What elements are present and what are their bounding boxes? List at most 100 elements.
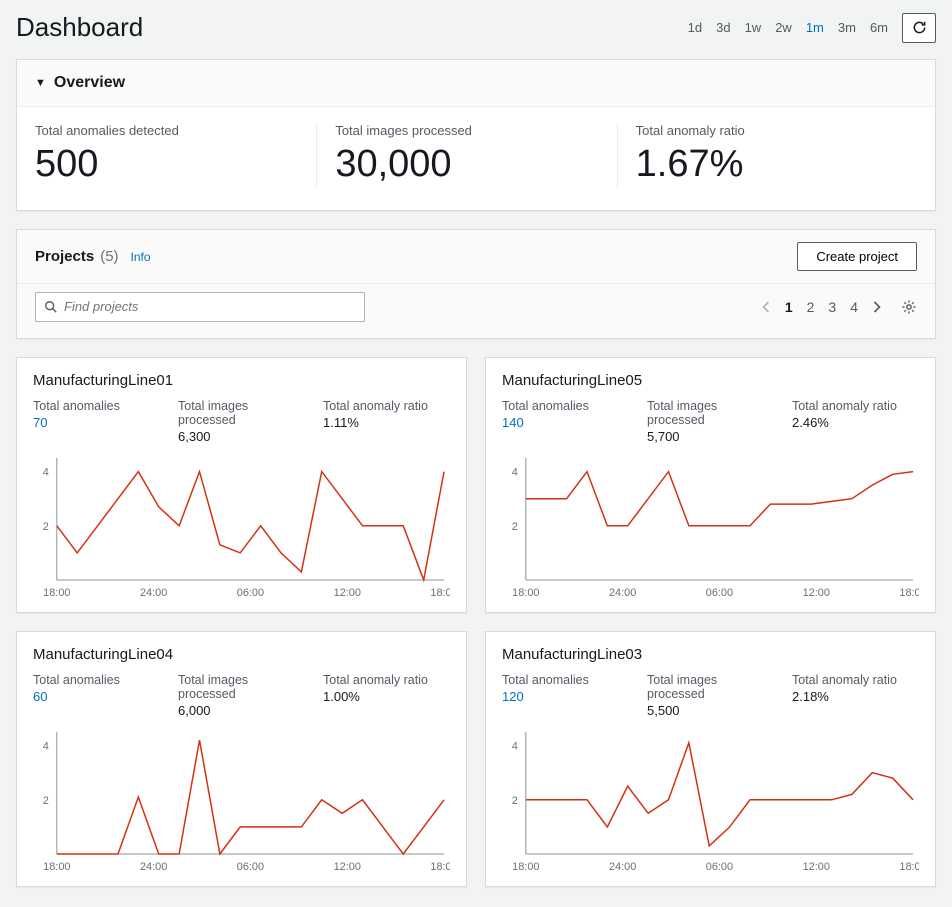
svg-text:24:00: 24:00	[609, 861, 636, 873]
svg-text:4: 4	[512, 466, 518, 478]
time-range-1d[interactable]: 1d	[688, 20, 702, 35]
time-range-2w[interactable]: 2w	[775, 20, 792, 35]
card-stat-value[interactable]: 140	[502, 415, 629, 430]
project-card: ManufacturingLine01Total anomalies70Tota…	[16, 357, 467, 613]
metric-value: 1.67%	[636, 142, 899, 188]
card-stat-label: Total images processed	[647, 673, 774, 701]
svg-text:18:00: 18:00	[430, 861, 450, 873]
card-stat-ratio: Total anomaly ratio 2.46%	[792, 399, 919, 444]
svg-text:18:00: 18:00	[512, 587, 539, 599]
page-title: Dashboard	[16, 12, 143, 43]
page-2[interactable]: 2	[807, 299, 815, 315]
svg-text:18:00: 18:00	[512, 861, 539, 873]
project-card: ManufacturingLine05 Total anomalies 140 Tot…	[485, 357, 936, 613]
svg-text:18:00: 18:00	[43, 587, 70, 599]
svg-text:06:00: 06:00	[706, 587, 733, 599]
create-project-button[interactable]: Create project	[797, 242, 917, 271]
svg-text:12:00: 12:00	[803, 587, 830, 599]
card-title: ManufacturingLine05	[502, 372, 919, 389]
card-stat-label: Total images processed	[178, 399, 305, 427]
projects-controls: 1 2 3 4	[17, 284, 935, 338]
chart: 2 4 18:00 24:00 06:00 12:00 18:00	[502, 452, 919, 602]
page-next-icon[interactable]	[872, 300, 881, 314]
card-stat-label: Total anomaly ratio	[323, 673, 450, 687]
svg-text:18:00: 18:00	[899, 587, 919, 599]
projects-header: Projects (5) Info Create project	[17, 230, 935, 284]
info-link[interactable]: Info	[131, 250, 151, 264]
search-box[interactable]	[35, 292, 365, 322]
overview-title: Overview	[54, 74, 125, 92]
card-stat-label: Total images processed	[178, 673, 305, 701]
page-1[interactable]: 1	[785, 299, 793, 315]
time-range-1m[interactable]: 1m	[806, 20, 824, 35]
svg-text:24:00: 24:00	[140, 861, 167, 873]
card-stats: Total anomalies 70 Total images processed 6…	[33, 399, 450, 444]
search-icon	[44, 300, 58, 314]
card-stat-value: 6,300	[178, 429, 305, 444]
metric-ratio: Total anomaly ratio 1.67%	[617, 123, 917, 188]
page-header: Dashboard 1d 3d 1w 2w 1m 3m 6m	[16, 12, 936, 43]
project-cards: ManufacturingLine01Total anomalies70Tota…	[16, 357, 936, 887]
svg-text:24:00: 24:00	[609, 587, 636, 599]
svg-text:2: 2	[512, 794, 518, 806]
card-stat-value: 2.18%	[792, 689, 919, 704]
svg-text:06:00: 06:00	[706, 861, 733, 873]
card-stat-label: Total anomalies	[33, 399, 160, 413]
time-range-3m[interactable]: 3m	[838, 20, 856, 35]
svg-text:2: 2	[512, 520, 518, 532]
settings-gear-icon[interactable]	[901, 299, 917, 315]
card-stat-value: 6,000	[178, 703, 305, 718]
metric-value: 500	[35, 142, 298, 188]
overview-header[interactable]: ▼ Overview	[17, 60, 935, 107]
card-stat-images: Total images processed5,500	[647, 673, 774, 718]
card-stat-value: 1.11%	[323, 415, 450, 430]
page-3[interactable]: 3	[828, 299, 836, 315]
card-stat-images: Total images processed 6,300	[178, 399, 305, 444]
projects-title: Projects (5) Info	[35, 248, 151, 265]
svg-text:12:00: 12:00	[334, 587, 361, 599]
card-stat-anomalies: Total anomalies 70	[33, 399, 160, 444]
search-input[interactable]	[64, 299, 356, 314]
svg-text:24:00: 24:00	[140, 587, 167, 599]
card-stat-ratio: Total anomaly ratio 1.00%	[323, 673, 450, 718]
chart: 2418:0024:0006:0012:0018:00	[33, 452, 450, 602]
card-stat-value[interactable]: 60	[33, 689, 160, 704]
svg-text:18:00: 18:00	[430, 587, 450, 599]
card-stat-label: Total anomalies	[502, 673, 629, 687]
card-title: ManufacturingLine01	[33, 372, 450, 389]
card-stat-value: 2.46%	[792, 415, 919, 430]
project-card: ManufacturingLine03Total anomalies120Tot…	[485, 631, 936, 887]
card-stat-anomalies: Total anomalies60	[33, 673, 160, 718]
card-stat-label: Total anomaly ratio	[792, 673, 919, 687]
metric-value: 30,000	[335, 142, 598, 188]
metric-label: Total anomaly ratio	[636, 123, 899, 138]
time-range-6m[interactable]: 6m	[870, 20, 888, 35]
project-card: ManufacturingLine04Total anomalies60Tota…	[16, 631, 467, 887]
card-stat-value[interactable]: 120	[502, 689, 629, 704]
page-4[interactable]: 4	[850, 299, 858, 315]
page-prev-icon[interactable]	[762, 300, 771, 314]
svg-text:18:00: 18:00	[899, 861, 919, 873]
card-stat-ratio: Total anomaly ratio 2.18%	[792, 673, 919, 718]
time-range-1w[interactable]: 1w	[745, 20, 762, 35]
overview-panel: ▼ Overview Total anomalies detected 500 …	[16, 59, 936, 211]
card-stat-value[interactable]: 70	[33, 415, 160, 430]
card-stats: Total anomalies60 Total images processed 6…	[33, 673, 450, 718]
metric-label: Total anomalies detected	[35, 123, 298, 138]
projects-panel: Projects (5) Info Create project 1 2 3 4	[16, 229, 936, 339]
time-range-selector: 1d 3d 1w 2w 1m 3m 6m	[688, 13, 936, 43]
svg-text:2: 2	[43, 794, 49, 806]
card-stat-value: 1.00%	[323, 689, 450, 704]
svg-text:12:00: 12:00	[334, 861, 361, 873]
pager: 1 2 3 4	[762, 299, 917, 315]
refresh-button[interactable]	[902, 13, 936, 43]
card-stat-label: Total anomaly ratio	[792, 399, 919, 413]
card-stat-label: Total anomaly ratio	[323, 399, 450, 413]
svg-text:2: 2	[43, 520, 49, 532]
card-stat-label: Total anomalies	[502, 399, 629, 413]
refresh-icon	[912, 20, 927, 35]
chart: 2418:0024:0006:0012:0018:00	[502, 726, 919, 876]
time-range-3d[interactable]: 3d	[716, 20, 730, 35]
card-stat-images: Total images processed5,700	[647, 399, 774, 444]
card-stat-ratio: Total anomaly ratio 1.11%	[323, 399, 450, 444]
